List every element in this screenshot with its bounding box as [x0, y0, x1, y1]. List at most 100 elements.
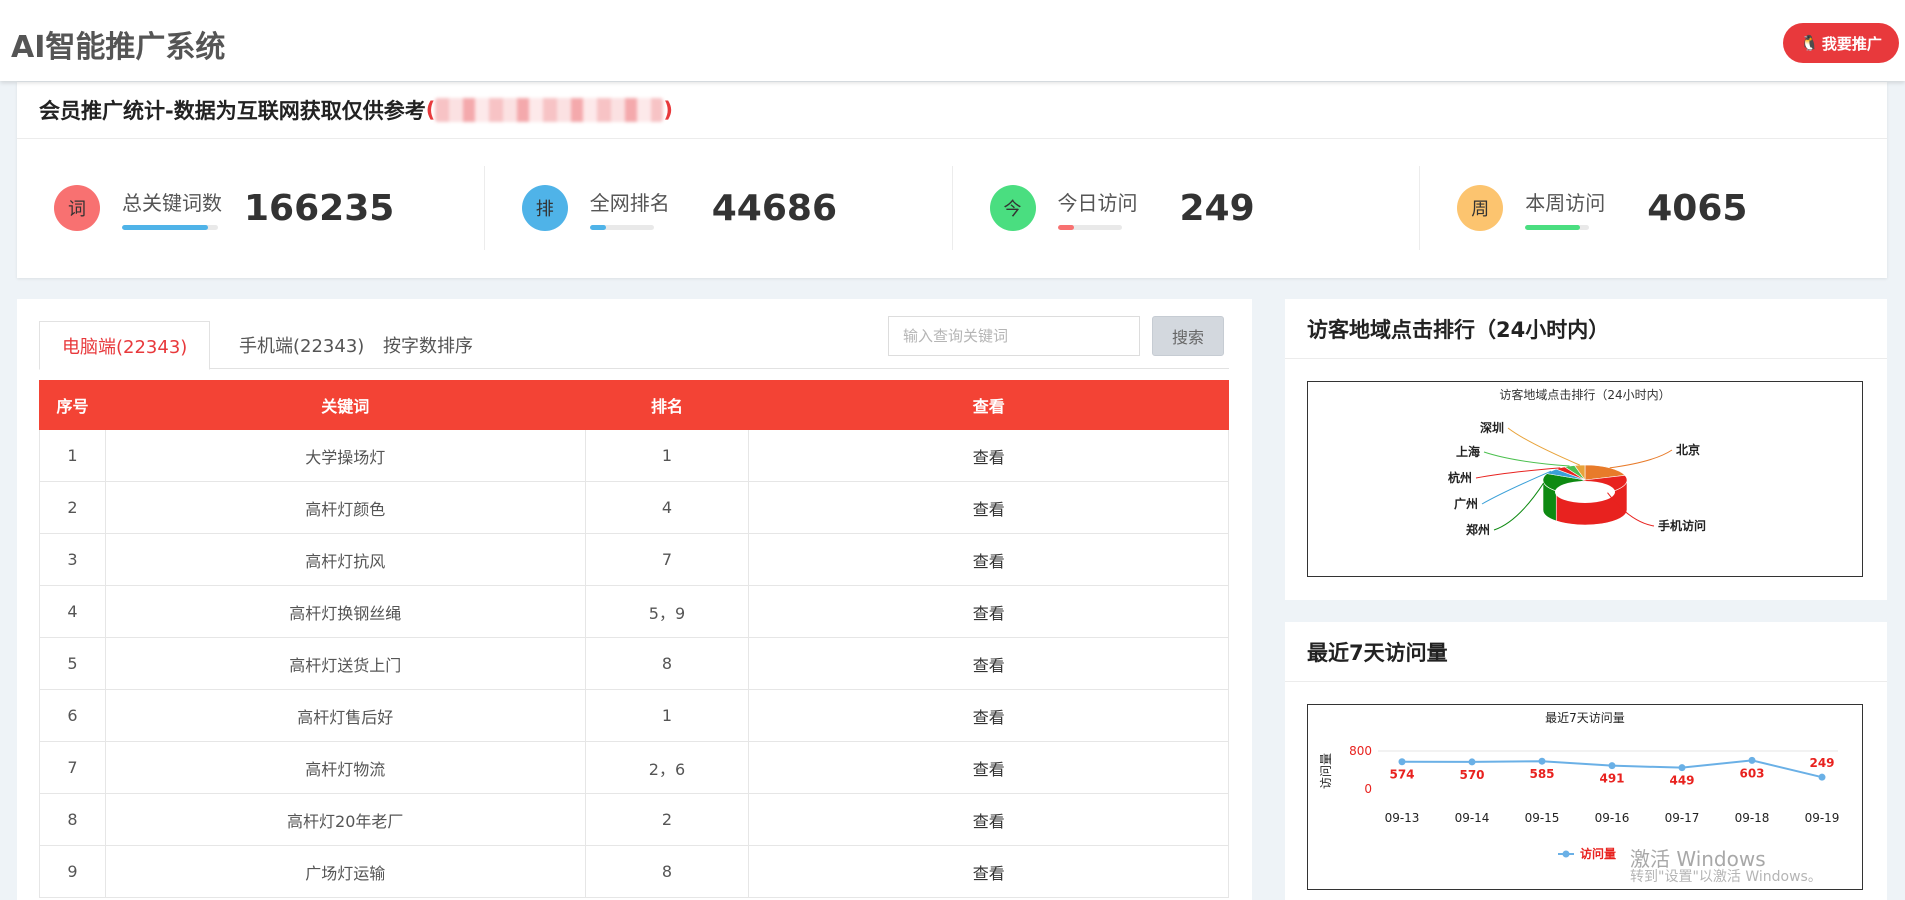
- cell-no: 8: [39, 793, 106, 846]
- cell-keyword: 高杆灯物流: [104, 741, 586, 794]
- table-row: 3 高杆灯抗风 7 查看: [39, 533, 1229, 586]
- table-row: 7 高杆灯物流 2，6 查看: [39, 741, 1229, 794]
- keyword-panel: 电脑端(22343) 手机端(22343) 按字数排序 搜索 序号 关键词 排名…: [17, 299, 1252, 900]
- col-header-no: 序号: [39, 380, 106, 430]
- stat-value: 4065: [1647, 187, 1748, 229]
- search-button[interactable]: 搜索: [1152, 316, 1224, 356]
- stat-progress-fill: [1057, 224, 1074, 230]
- table-row: 2 高杆灯颜色 4 查看: [39, 481, 1229, 534]
- view-link[interactable]: 查看: [748, 845, 1229, 898]
- line-data-label: 570: [1459, 768, 1484, 782]
- line-ylabel: 访问量: [1319, 753, 1333, 789]
- table-row: 5 高杆灯送货上门 8 查看: [39, 637, 1229, 690]
- qq-penguin-icon: 🐧: [1800, 34, 1819, 52]
- cell-rank: 8: [584, 637, 750, 690]
- line-data-label: 491: [1599, 772, 1624, 786]
- cell-no: 7: [39, 741, 106, 794]
- pie-label: 深圳: [1480, 420, 1504, 435]
- promote-button-label: 我要推广: [1821, 34, 1882, 53]
- stat-card: 词总关键词数 166235: [17, 166, 485, 250]
- stat-progress-fill: [122, 224, 209, 230]
- view-link[interactable]: 查看: [748, 637, 1229, 690]
- watermark-line1: 激活 Windows: [1630, 847, 1766, 871]
- stats-title: 会员推广统计-数据为互联网获取仅供参考(): [17, 82, 1887, 139]
- pie-leader-line: [1483, 451, 1570, 467]
- region-panel-title: 访客地域点击排行（24小时内）: [1285, 299, 1887, 359]
- view-link[interactable]: 查看: [748, 741, 1229, 794]
- cell-keyword: 高杆灯换钢丝绳: [104, 585, 586, 638]
- cell-no: 5: [39, 637, 106, 690]
- line-data-label: 449: [1669, 774, 1694, 788]
- cell-rank: 7: [584, 533, 750, 586]
- line-xtick: 09-19: [1805, 811, 1840, 825]
- line-xtick: 09-14: [1455, 811, 1490, 825]
- line-xtick: 09-17: [1665, 811, 1700, 825]
- table-row: 1 大学操场灯 1 查看: [39, 429, 1229, 482]
- cell-rank: 1: [584, 429, 750, 482]
- table-header-row: 序号 关键词 排名 查看: [39, 380, 1229, 430]
- line-xtick: 09-16: [1595, 811, 1630, 825]
- cell-keyword: 高杆灯20年老厂: [104, 793, 586, 846]
- view-link[interactable]: 查看: [748, 481, 1229, 534]
- stats-paren-close: ): [663, 98, 673, 122]
- tab-desktop[interactable]: 电脑端(22343): [39, 321, 211, 370]
- region-pie-chart: 访客地域点击排行（24小时内） 北京手机访问 郑州 广州 杭州 上海深圳: [1448, 387, 1706, 537]
- stat-icon: 排: [521, 185, 568, 231]
- stat-label-wrap: 全网排名: [589, 187, 708, 230]
- pie-label: 郑州: [1466, 522, 1490, 537]
- line-title: 最近7天访问量: [1545, 711, 1625, 725]
- table-row: 9 广场灯运输 8 查看: [39, 845, 1229, 898]
- cell-keyword: 高杆灯颜色: [104, 481, 586, 534]
- view-link[interactable]: 查看: [748, 689, 1229, 742]
- stat-card: 今今日访问 249: [953, 166, 1421, 250]
- cell-keyword: 高杆灯送货上门: [104, 637, 586, 690]
- view-link[interactable]: 查看: [748, 533, 1229, 586]
- stat-label-wrap: 本周访问: [1525, 187, 1643, 230]
- stat-progress-bar: [589, 224, 654, 230]
- keyword-search-input[interactable]: [888, 316, 1140, 356]
- line-ytick: 800: [1349, 744, 1372, 758]
- stat-label: 今日访问: [1057, 190, 1138, 215]
- line-point: [1608, 762, 1616, 770]
- line-xtick: 09-18: [1735, 811, 1770, 825]
- line-data-label: 603: [1739, 766, 1764, 780]
- cell-rank: 2，6: [584, 741, 750, 794]
- stat-value: 249: [1179, 187, 1255, 229]
- stat-value: 166235: [244, 187, 395, 229]
- cell-no: 1: [39, 429, 106, 482]
- watermark-line2: 转到"设置"以激活 Windows。: [1630, 869, 1822, 885]
- cell-rank: 8: [584, 845, 750, 898]
- col-header-keyword: 关键词: [104, 380, 586, 430]
- line-point: [1748, 756, 1756, 764]
- stat-icon: 词: [54, 185, 100, 231]
- stat-value: 44686: [711, 187, 837, 229]
- cell-rank: 5，9: [584, 585, 750, 638]
- line-point: [1468, 758, 1476, 766]
- stat-card: 排全网排名 44686: [485, 166, 953, 250]
- line-data-label: 249: [1809, 756, 1834, 770]
- stat-card: 周本周访问 4065: [1420, 166, 1887, 250]
- blurred-domain: [435, 98, 664, 122]
- windows-activation-watermark: 激活 Windows 转到"设置"以激活 Windows。: [1630, 848, 1822, 885]
- cell-keyword: 广场灯运输: [104, 845, 586, 898]
- stats-paren-open: (: [425, 98, 436, 122]
- tab-sort-by-length[interactable]: 按字数排序: [361, 321, 495, 369]
- cell-keyword: 高杆灯抗风: [104, 533, 586, 586]
- table-row: 4 高杆灯换钢丝绳 5，9 查看: [39, 585, 1229, 638]
- view-link[interactable]: 查看: [748, 793, 1229, 846]
- cell-keyword: 大学操场灯: [104, 429, 586, 482]
- pie-label: 广州: [1454, 496, 1478, 511]
- view-link[interactable]: 查看: [748, 585, 1229, 638]
- promote-button[interactable]: 🐧 我要推广: [1783, 23, 1899, 63]
- stats-title-text: 会员推广统计-数据为互联网获取仅供参考: [39, 99, 426, 123]
- pie-leader-line: [1493, 482, 1545, 531]
- keyword-table: 序号 关键词 排名 查看 1 大学操场灯 1 查看 2 高杆灯颜色 4 查看 3 高杆灯抗风 7 查看…: [39, 380, 1229, 898]
- view-link[interactable]: 查看: [748, 429, 1229, 482]
- line-xtick: 09-13: [1385, 811, 1420, 825]
- stat-progress-bar: [1057, 224, 1122, 230]
- cell-keyword: 高杆灯售后好: [104, 689, 586, 742]
- visits-panel-title: 最近7天访问量: [1285, 622, 1887, 682]
- line-legend-dot: [1562, 850, 1570, 858]
- cell-no: 4: [39, 585, 106, 638]
- stat-progress-bar: [1525, 224, 1590, 230]
